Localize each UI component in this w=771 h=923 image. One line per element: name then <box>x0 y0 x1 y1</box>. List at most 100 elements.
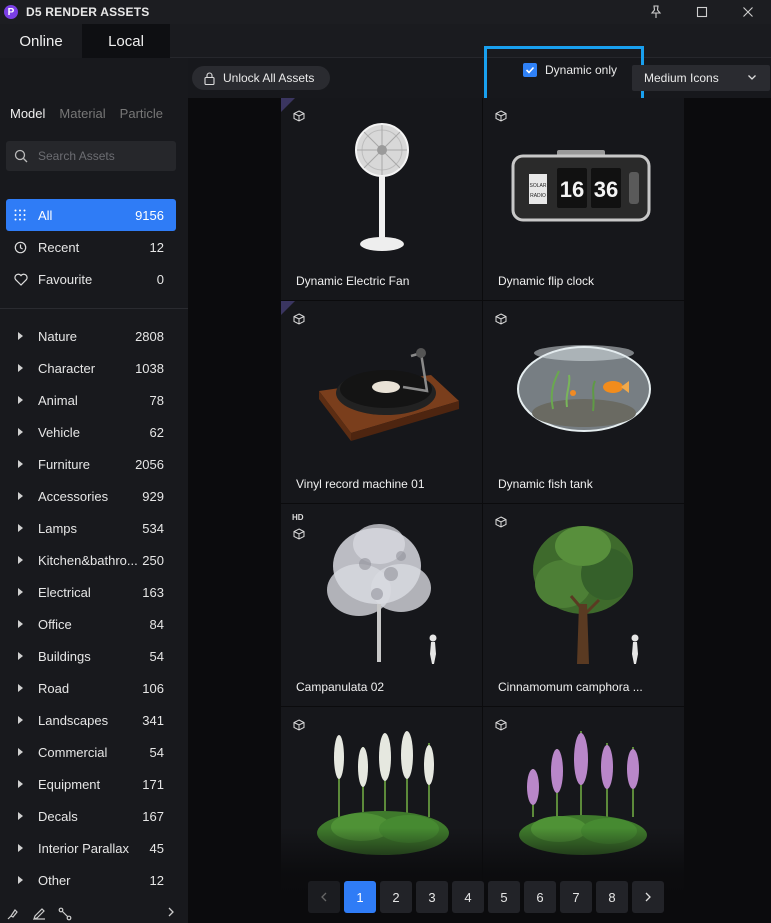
chevron-right-icon[interactable] <box>166 906 176 918</box>
unlock-all-button[interactable]: Unlock All Assets <box>192 66 330 90</box>
expand-arrow-icon <box>18 556 23 564</box>
asset-thumbnail-fan <box>355 123 409 251</box>
page-button[interactable]: 8 <box>596 881 628 913</box>
expand-arrow-icon <box>18 812 23 820</box>
category-equipment[interactable]: Equipment 171 <box>0 768 188 800</box>
tab-local[interactable]: Local <box>82 24 170 58</box>
tab-particle[interactable]: Particle <box>120 106 163 121</box>
prev-page-button[interactable] <box>308 881 340 913</box>
page-button[interactable]: 5 <box>488 881 520 913</box>
category-electrical[interactable]: Electrical 163 <box>0 576 188 608</box>
category-lamps[interactable]: Lamps 534 <box>0 512 188 544</box>
sidebar-item-label: Favourite <box>38 271 93 287</box>
category-label: Office <box>38 616 72 632</box>
pin-button[interactable] <box>633 0 679 24</box>
app-title: D5 RENDER ASSETS <box>26 5 150 19</box>
3d-model-icon <box>495 313 507 328</box>
category-count: 171 <box>142 776 164 792</box>
category-interior-parallax[interactable]: Interior Parallax 45 <box>0 832 188 864</box>
close-button[interactable] <box>725 0 771 24</box>
category-accessories[interactable]: Accessories 929 <box>0 480 188 512</box>
category-label: Lamps <box>38 520 78 536</box>
category-commercial[interactable]: Commercial 54 <box>0 736 188 768</box>
category-buildings[interactable]: Buildings 54 <box>0 640 188 672</box>
pencil-icon[interactable] <box>32 907 46 921</box>
clock-minutes: 36 <box>594 177 618 202</box>
icon-size-select[interactable]: Medium Icons <box>632 65 770 91</box>
asset-grid: Dynamic Electric Fan SOLAR RADIO 16 36 D… <box>281 98 685 910</box>
category-count: 12 <box>149 872 164 888</box>
sidebar-item-favourite[interactable]: Favourite 0 <box>6 263 176 295</box>
search-input[interactable] <box>38 149 168 163</box>
asset-card-campanulata[interactable]: HD Campanulata 02 <box>281 504 483 707</box>
sidebar-divider <box>0 308 188 309</box>
sidebar-item-label: All <box>38 207 53 223</box>
pin-icon <box>650 5 662 18</box>
sidebar-item-recent[interactable]: Recent 12 <box>6 231 176 263</box>
3d-model-icon <box>495 719 507 734</box>
page-button[interactable]: 7 <box>560 881 592 913</box>
category-decals[interactable]: Decals 167 <box>0 800 188 832</box>
asset-thumbnail-clock: SOLAR RADIO 16 36 <box>511 150 651 222</box>
category-furniture[interactable]: Furniture 2056 <box>0 448 188 480</box>
asset-thumbnail-vinyl <box>319 348 459 441</box>
category-label: Accessories <box>38 488 109 504</box>
3d-model-icon <box>293 719 305 734</box>
tab-model[interactable]: Model <box>10 106 45 121</box>
expand-arrow-icon <box>18 748 23 756</box>
asset-browser: Dynamic Electric Fan SOLAR RADIO 16 36 D… <box>188 98 771 923</box>
category-landscapes[interactable]: Landscapes 341 <box>0 704 188 736</box>
category-other[interactable]: Other 12 <box>0 864 188 896</box>
dynamic-only-checkbox[interactable]: Dynamic only <box>523 63 617 77</box>
expand-arrow-icon <box>18 460 23 468</box>
page-button[interactable]: 6 <box>524 881 556 913</box>
page-button[interactable]: 3 <box>416 881 448 913</box>
category-count: 2056 <box>135 456 164 472</box>
dynamic-only-label: Dynamic only <box>545 63 618 77</box>
maximize-button[interactable] <box>679 0 725 24</box>
page-button[interactable]: 4 <box>452 881 484 913</box>
asset-card-vinyl-record[interactable]: Vinyl record machine 01 <box>281 301 483 504</box>
category-character[interactable]: Character 1038 <box>0 352 188 384</box>
category-count: 341 <box>142 712 164 728</box>
category-road[interactable]: Road 106 <box>0 672 188 704</box>
tab-material[interactable]: Material <box>59 106 105 121</box>
category-vehicle[interactable]: Vehicle 62 <box>0 416 188 448</box>
category-nature[interactable]: Nature 2808 <box>0 320 188 352</box>
category-animal[interactable]: Animal 78 <box>0 384 188 416</box>
category-label: Nature <box>38 328 78 344</box>
sidebar-item-all[interactable]: All 9156 <box>6 199 176 231</box>
expand-arrow-icon <box>18 524 23 532</box>
asset-card-electric-fan[interactable]: Dynamic Electric Fan <box>281 98 483 301</box>
category-count: 929 <box>142 488 164 504</box>
category-label: Decals <box>38 808 78 824</box>
category-list: Nature 2808 Character 1038 Animal 78 Vehicl… <box>0 320 188 896</box>
category-count: 54 <box>149 744 164 760</box>
search-icon <box>14 149 28 163</box>
category-kitchen-bathroom[interactable]: Kitchen&bathro... 250 <box>0 544 188 576</box>
page-button[interactable]: 1 <box>344 881 376 913</box>
sidebar-item-count: 0 <box>156 271 164 287</box>
expand-arrow-icon <box>18 716 23 724</box>
category-label: Equipment <box>38 776 101 792</box>
lock-icon <box>204 71 215 85</box>
asset-card-fish-tank[interactable]: Dynamic fish tank <box>483 301 685 504</box>
category-label: Animal <box>38 392 78 408</box>
expand-arrow-icon <box>18 588 23 596</box>
category-label: Landscapes <box>38 712 109 728</box>
asset-card-flip-clock[interactable]: SOLAR RADIO 16 36 Dynamic flip clock <box>483 98 685 301</box>
path-icon[interactable] <box>58 907 72 921</box>
asset-card-cinnamomum[interactable]: Cinnamomum camphora ... <box>483 504 685 707</box>
brush-icon[interactable] <box>6 907 20 921</box>
title-bar: P D5 RENDER ASSETS <box>0 0 771 24</box>
category-count: 106 <box>142 680 164 696</box>
category-office[interactable]: Office 84 <box>0 608 188 640</box>
next-page-button[interactable] <box>632 881 664 913</box>
asset-name: Dynamic Electric Fan <box>296 274 410 288</box>
asset-name: Campanulata 02 <box>296 680 385 694</box>
expand-arrow-icon <box>18 332 23 340</box>
hd-badge: HD <box>292 513 304 522</box>
page-button[interactable]: 2 <box>380 881 412 913</box>
tab-online[interactable]: Online <box>0 24 82 58</box>
category-label: Road <box>38 680 70 696</box>
